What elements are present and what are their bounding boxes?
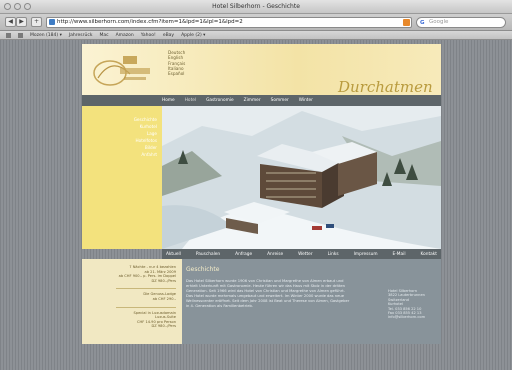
submenu-item[interactable]: Kurhotel	[134, 123, 157, 130]
main-nav: Home Hotel Gastronomie Zimmer Sommer Win…	[82, 95, 441, 106]
nav2-item[interactable]: Wetter	[298, 252, 312, 257]
content-title: Geschichte	[186, 266, 220, 273]
news-item[interactable]: Special in Luxusdomain Luxus-Suite CHF 1…	[86, 311, 176, 329]
rss-icon[interactable]	[403, 19, 410, 26]
nav2-item[interactable]: E-Mail	[393, 252, 406, 257]
url-field[interactable]: http://www.silberhorn.com/index.cfm?item…	[46, 17, 412, 28]
language-list: Deutsch English Français Italiano Españo…	[168, 50, 185, 76]
content-area: Geschichte Das Hotel Silberhorn wurde 19…	[182, 259, 441, 344]
language-link[interactable]: Español	[168, 71, 185, 76]
sub-menu: Geschichte Kurhotel Lage Hotelfotos Bild…	[134, 116, 157, 158]
header-slogan: Durchatmen	[338, 78, 433, 96]
contact-address: Hotel Silberhorn 3822 Lauterbrunnen Swit…	[388, 289, 425, 320]
footer-nav: Aktuell Pauschalen Anfrage Anreise Wette…	[162, 249, 441, 259]
bookmarks-book-icon[interactable]	[6, 32, 11, 38]
email-link[interactable]: info@silberhorn.com	[388, 315, 425, 319]
nav-home[interactable]: Home	[162, 98, 175, 103]
content-text: Das Hotel Silberhorn wurde 1906 von Chri…	[186, 279, 350, 308]
url-text: http://www.silberhorn.com/index.cfm?item…	[57, 19, 243, 25]
bookmark-add-button[interactable]: +	[31, 17, 42, 27]
submenu-item[interactable]: Geschichte	[134, 116, 157, 123]
bookmark-item[interactable]: eBay	[163, 33, 174, 38]
browser-toolbar: ◀ ▶ + http://www.silberhorn.com/index.cf…	[0, 14, 512, 31]
nav-zimmer[interactable]: Zimmer	[244, 98, 261, 103]
bookmark-item[interactable]: Yahoo!	[141, 33, 156, 38]
news-column: 7 Nächte - nur 4 bezahlen ab 21. März 20…	[82, 259, 182, 344]
bookmarks-bar: Mozen (184) ▾ Jahresrück Mac Amazon Yaho…	[0, 31, 512, 40]
language-link[interactable]: English	[168, 55, 185, 60]
nav-winter[interactable]: Winter	[299, 98, 313, 103]
window-title: Hotel Silberhorn - Geschichte	[212, 3, 300, 10]
submenu-item[interactable]: Hotelfotos	[134, 137, 157, 144]
bookmarks-grid-icon[interactable]	[18, 32, 23, 38]
nav2-item[interactable]: Links	[328, 252, 339, 257]
site-icon	[49, 19, 55, 25]
back-button[interactable]: ◀	[5, 17, 16, 27]
news-item[interactable]: Die Genuss-Lodge ab CHF 290.-	[86, 292, 176, 301]
hotel-website: Deutsch English Français Italiano Españo…	[82, 44, 441, 344]
site-header: Deutsch English Français Italiano Españo…	[82, 44, 441, 96]
nav2-item[interactable]: Pauschalen	[196, 252, 220, 257]
submenu-item[interactable]: Anfahrt	[134, 151, 157, 158]
news-divider	[116, 288, 176, 290]
nav2-item[interactable]: Anfrage	[235, 252, 252, 257]
nav-sommer[interactable]: Sommer	[271, 98, 289, 103]
hotel-photo	[162, 106, 441, 249]
news-divider	[116, 306, 176, 308]
bookmark-item[interactable]: Amazon	[116, 33, 134, 38]
nav-gastronomie[interactable]: Gastronomie	[206, 98, 234, 103]
search-placeholder: Google	[429, 19, 449, 25]
bookmark-item[interactable]: Mac	[99, 33, 108, 38]
submenu-item[interactable]: Bilder	[134, 144, 157, 151]
bookmark-item[interactable]: Jahresrück	[69, 33, 93, 38]
nav2-item[interactable]: Anreise	[267, 252, 283, 257]
left-panel: Geschichte Kurhotel Lage Hotelfotos Bild…	[82, 106, 162, 249]
window-titlebar: Hotel Silberhorn - Geschichte	[0, 0, 512, 14]
google-icon: G	[420, 20, 425, 26]
submenu-item[interactable]: Lage	[134, 130, 157, 137]
nav2-item[interactable]: Aktuell	[166, 252, 181, 257]
forward-button[interactable]: ▶	[16, 17, 27, 27]
search-field[interactable]: G Google	[416, 17, 506, 28]
bookmark-item[interactable]: Mozen (184) ▾	[30, 33, 62, 38]
nav2-item[interactable]: Impressum	[354, 252, 378, 257]
bookmark-item[interactable]: Apple (2) ▾	[181, 33, 205, 38]
hotel-logo[interactable]	[90, 52, 154, 90]
news-item[interactable]: 7 Nächte - nur 4 bezahlen ab 21. März 20…	[86, 265, 176, 283]
nav-hotel[interactable]: Hotel	[185, 98, 196, 103]
nav2-item[interactable]: Kontakt	[421, 252, 437, 257]
